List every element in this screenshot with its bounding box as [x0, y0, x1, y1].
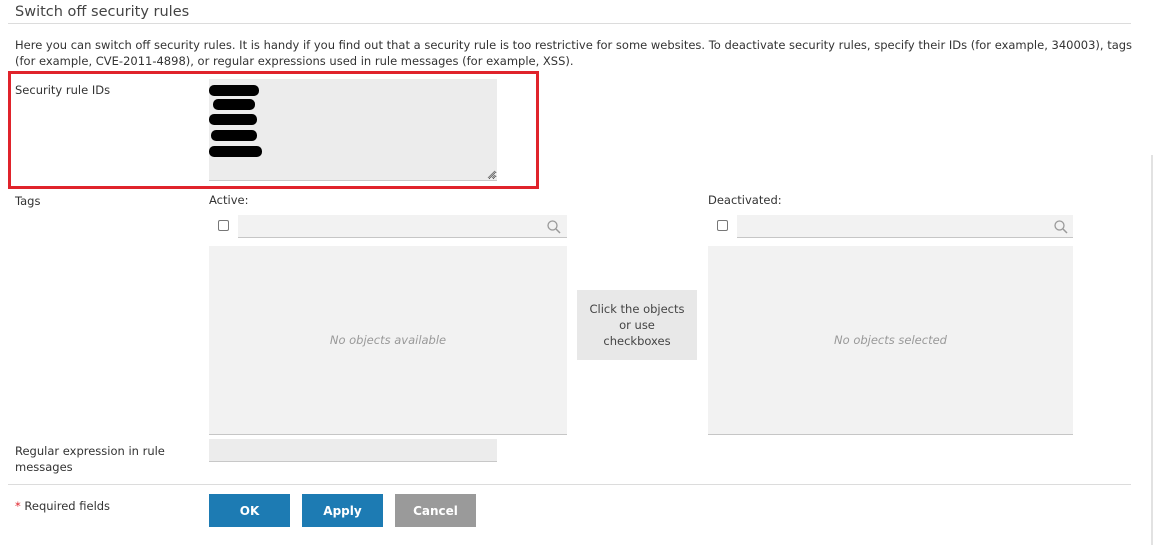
apply-button[interactable]: Apply: [302, 494, 383, 527]
active-column-label: Active:: [209, 193, 249, 207]
regex-label: Regular expression in rule messages: [15, 444, 165, 474]
regex-input[interactable]: [209, 439, 497, 462]
deactivated-tags-list[interactable]: No objects selected: [708, 246, 1073, 435]
active-select-all-checkbox[interactable]: [218, 220, 229, 231]
required-text: Required fields: [20, 499, 111, 513]
cancel-button[interactable]: Cancel: [395, 494, 476, 527]
highlight-annotation: [8, 71, 539, 189]
deactivated-select-all-checkbox[interactable]: [717, 220, 728, 231]
active-empty-text: No objects available: [329, 333, 447, 347]
section-title: Switch off security rules: [15, 4, 190, 20]
active-tags-list[interactable]: No objects available: [209, 246, 567, 435]
scrollbar[interactable]: [1131, 0, 1153, 545]
move-hint: Click the objects or use checkboxes: [577, 290, 697, 360]
section-description: Here you can switch off security rules. …: [15, 38, 1133, 68]
required-fields-note: * Required fields: [15, 499, 110, 513]
search-icon[interactable]: [546, 219, 562, 235]
footer-divider: [8, 484, 1131, 485]
deactivated-empty-text: No objects selected: [834, 333, 947, 347]
ok-button[interactable]: OK: [209, 494, 290, 527]
tags-label: Tags: [15, 194, 41, 208]
deactivated-search-input[interactable]: [737, 215, 1073, 238]
active-search-input[interactable]: [238, 215, 567, 238]
deactivated-column-label: Deactivated:: [708, 193, 782, 207]
title-divider: [8, 23, 1131, 24]
search-icon[interactable]: [1053, 219, 1069, 235]
